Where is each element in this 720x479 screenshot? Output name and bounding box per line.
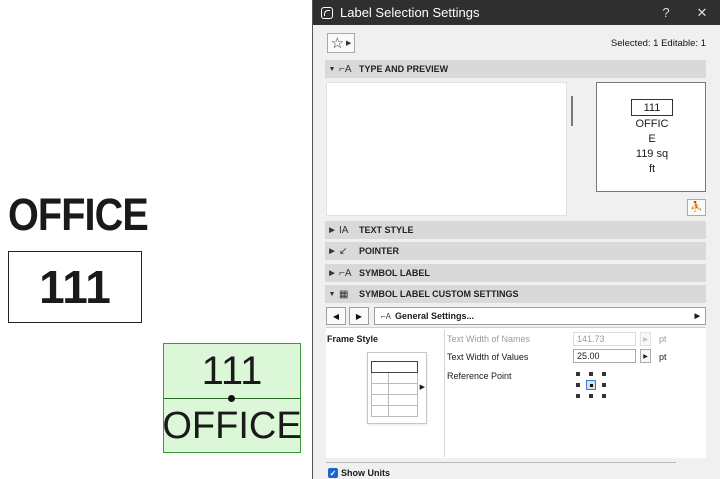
favorites-arrow-icon: ▶ [346,40,352,47]
label-number-text: 111 [39,261,111,313]
panel-symbol-label-title: SYMBOL LABEL [359,268,430,278]
ref-point-bottom-right[interactable] [602,394,606,398]
dialog-title: Label Selection Settings [340,5,480,20]
star-icon: ☆ [330,35,345,52]
ref-point-bottom-left[interactable] [576,394,580,398]
preview-number: 111 [631,99,673,116]
expand-arrow-icon: ▶ [329,248,335,255]
preview-view-button[interactable]: ⛹ [687,199,706,216]
selected-editable-info: Selected: 1 Editable: 1 [610,38,706,49]
panel-pointer-title: POINTER [359,246,400,256]
reference-point-label: Reference Point [447,371,512,381]
drawing-canvas[interactable]: OFFICE 111 111 OFFICE [0,0,312,479]
dialog-titlebar[interactable]: Label Selection Settings ? ✕ [313,0,720,25]
settings-page-value: General Settings... [395,311,475,321]
close-button[interactable]: ✕ [684,5,720,21]
ref-point-bottom-center[interactable] [589,394,593,398]
text-style-icon: IA [339,224,349,236]
selected-label-name: OFFICE [162,404,302,447]
collapse-arrow-icon: ▼ [328,290,336,298]
expand-arrow-icon: ▶ [329,270,335,277]
text-width-values-label: Text Width of Values [447,352,529,362]
ref-point-top-left[interactable] [576,372,580,376]
label-type-icon: ⌐A [339,63,352,75]
selection-hotspot[interactable] [228,395,235,402]
triangle-right-icon: ▶ [355,311,363,321]
panel-text-style-title: TEXT STYLE [359,225,414,235]
text-width-names-unit: pt [659,334,667,344]
frame-style-label: Frame Style [327,334,379,344]
label-number-box[interactable]: 111 [8,251,142,323]
text-width-values-unit: pt [659,352,667,362]
show-units-label: Show Units [341,468,390,478]
bottom-separator [326,462,676,463]
dropdown-arrow-icon: ▶ [694,313,700,320]
archicad-app-icon [321,6,333,19]
text-width-values-stepper[interactable]: ▶ [640,349,651,363]
text-width-names-label: Text Width of Names [447,334,531,344]
panel-pointer[interactable]: ▶ ↙ POINTER [325,242,706,260]
symbol-label-icon: ⌐A [339,267,352,279]
prev-page-button[interactable]: ◀ [326,307,346,325]
ref-point-top-center[interactable] [589,372,593,376]
selected-label-number: 111 [201,348,263,393]
label-selection-dialog: Label Selection Settings ? ✕ ☆ ▶ Selecte… [312,0,720,479]
help-button[interactable]: ? [648,5,684,20]
frame-picker-arrow-icon: ▶ [419,384,425,391]
show-units-toggle[interactable]: ✓ Show Units [328,467,390,479]
settings-page-select[interactable]: ⌐A General Settings... ▶ [374,307,706,325]
panel-symbol-label[interactable]: ▶ ⌐A SYMBOL LABEL [325,264,706,282]
panel-symbol-label-custom-settings[interactable]: ▼ ▦ SYMBOL LABEL CUSTOM SETTINGS [325,285,706,303]
selected-label[interactable]: 111 OFFICE [162,343,302,453]
panel-type-and-preview-title: TYPE AND PREVIEW [359,64,449,74]
panel-text-style[interactable]: ▶ IA TEXT STYLE [325,221,706,239]
content-separator [444,330,445,457]
person-view-icon: ⛹ [690,202,703,213]
ref-point-top-right[interactable] [602,372,606,376]
reference-point-picker[interactable] [576,372,606,400]
show-units-checkbox[interactable]: ✓ [328,468,338,478]
custom-settings-icon: ▦ [339,288,349,300]
ref-point-middle-left[interactable] [576,383,580,387]
text-width-names-field: 141.73 [573,332,636,346]
label-type-list[interactable] [326,82,567,216]
label-settings-icon: ⌐A [381,311,392,321]
label-name-text[interactable]: OFFICE [8,190,149,240]
custom-settings-content: Frame Style ▶ Text Width of Names 141.73… [326,327,706,458]
text-width-values-field[interactable]: 25.00 [573,349,636,363]
frame-style-picker[interactable]: ▶ [367,352,427,424]
preview-text: OFFIC E 119 sq ft [635,118,669,175]
favorites-button[interactable]: ☆ ▶ [327,33,355,53]
ref-point-middle-right[interactable] [602,383,606,387]
label-preview: 111 OFFIC E 119 sq ft [596,82,706,192]
frame-preview-header [371,361,418,373]
collapse-arrow-icon: ▼ [328,65,336,73]
ref-point-center[interactable] [586,380,596,390]
expand-arrow-icon: ▶ [329,227,335,234]
text-width-names-stepper: ▶ [640,332,651,346]
panel-custom-settings-title: SYMBOL LABEL CUSTOM SETTINGS [359,289,519,299]
panel-type-and-preview[interactable]: ▼ ⌐A TYPE AND PREVIEW [325,60,706,78]
splitter-handle[interactable] [571,96,573,126]
next-page-button[interactable]: ▶ [349,307,369,325]
frame-preview-body [371,373,418,417]
triangle-left-icon: ◀ [332,311,340,321]
pointer-icon: ↙ [339,245,348,257]
